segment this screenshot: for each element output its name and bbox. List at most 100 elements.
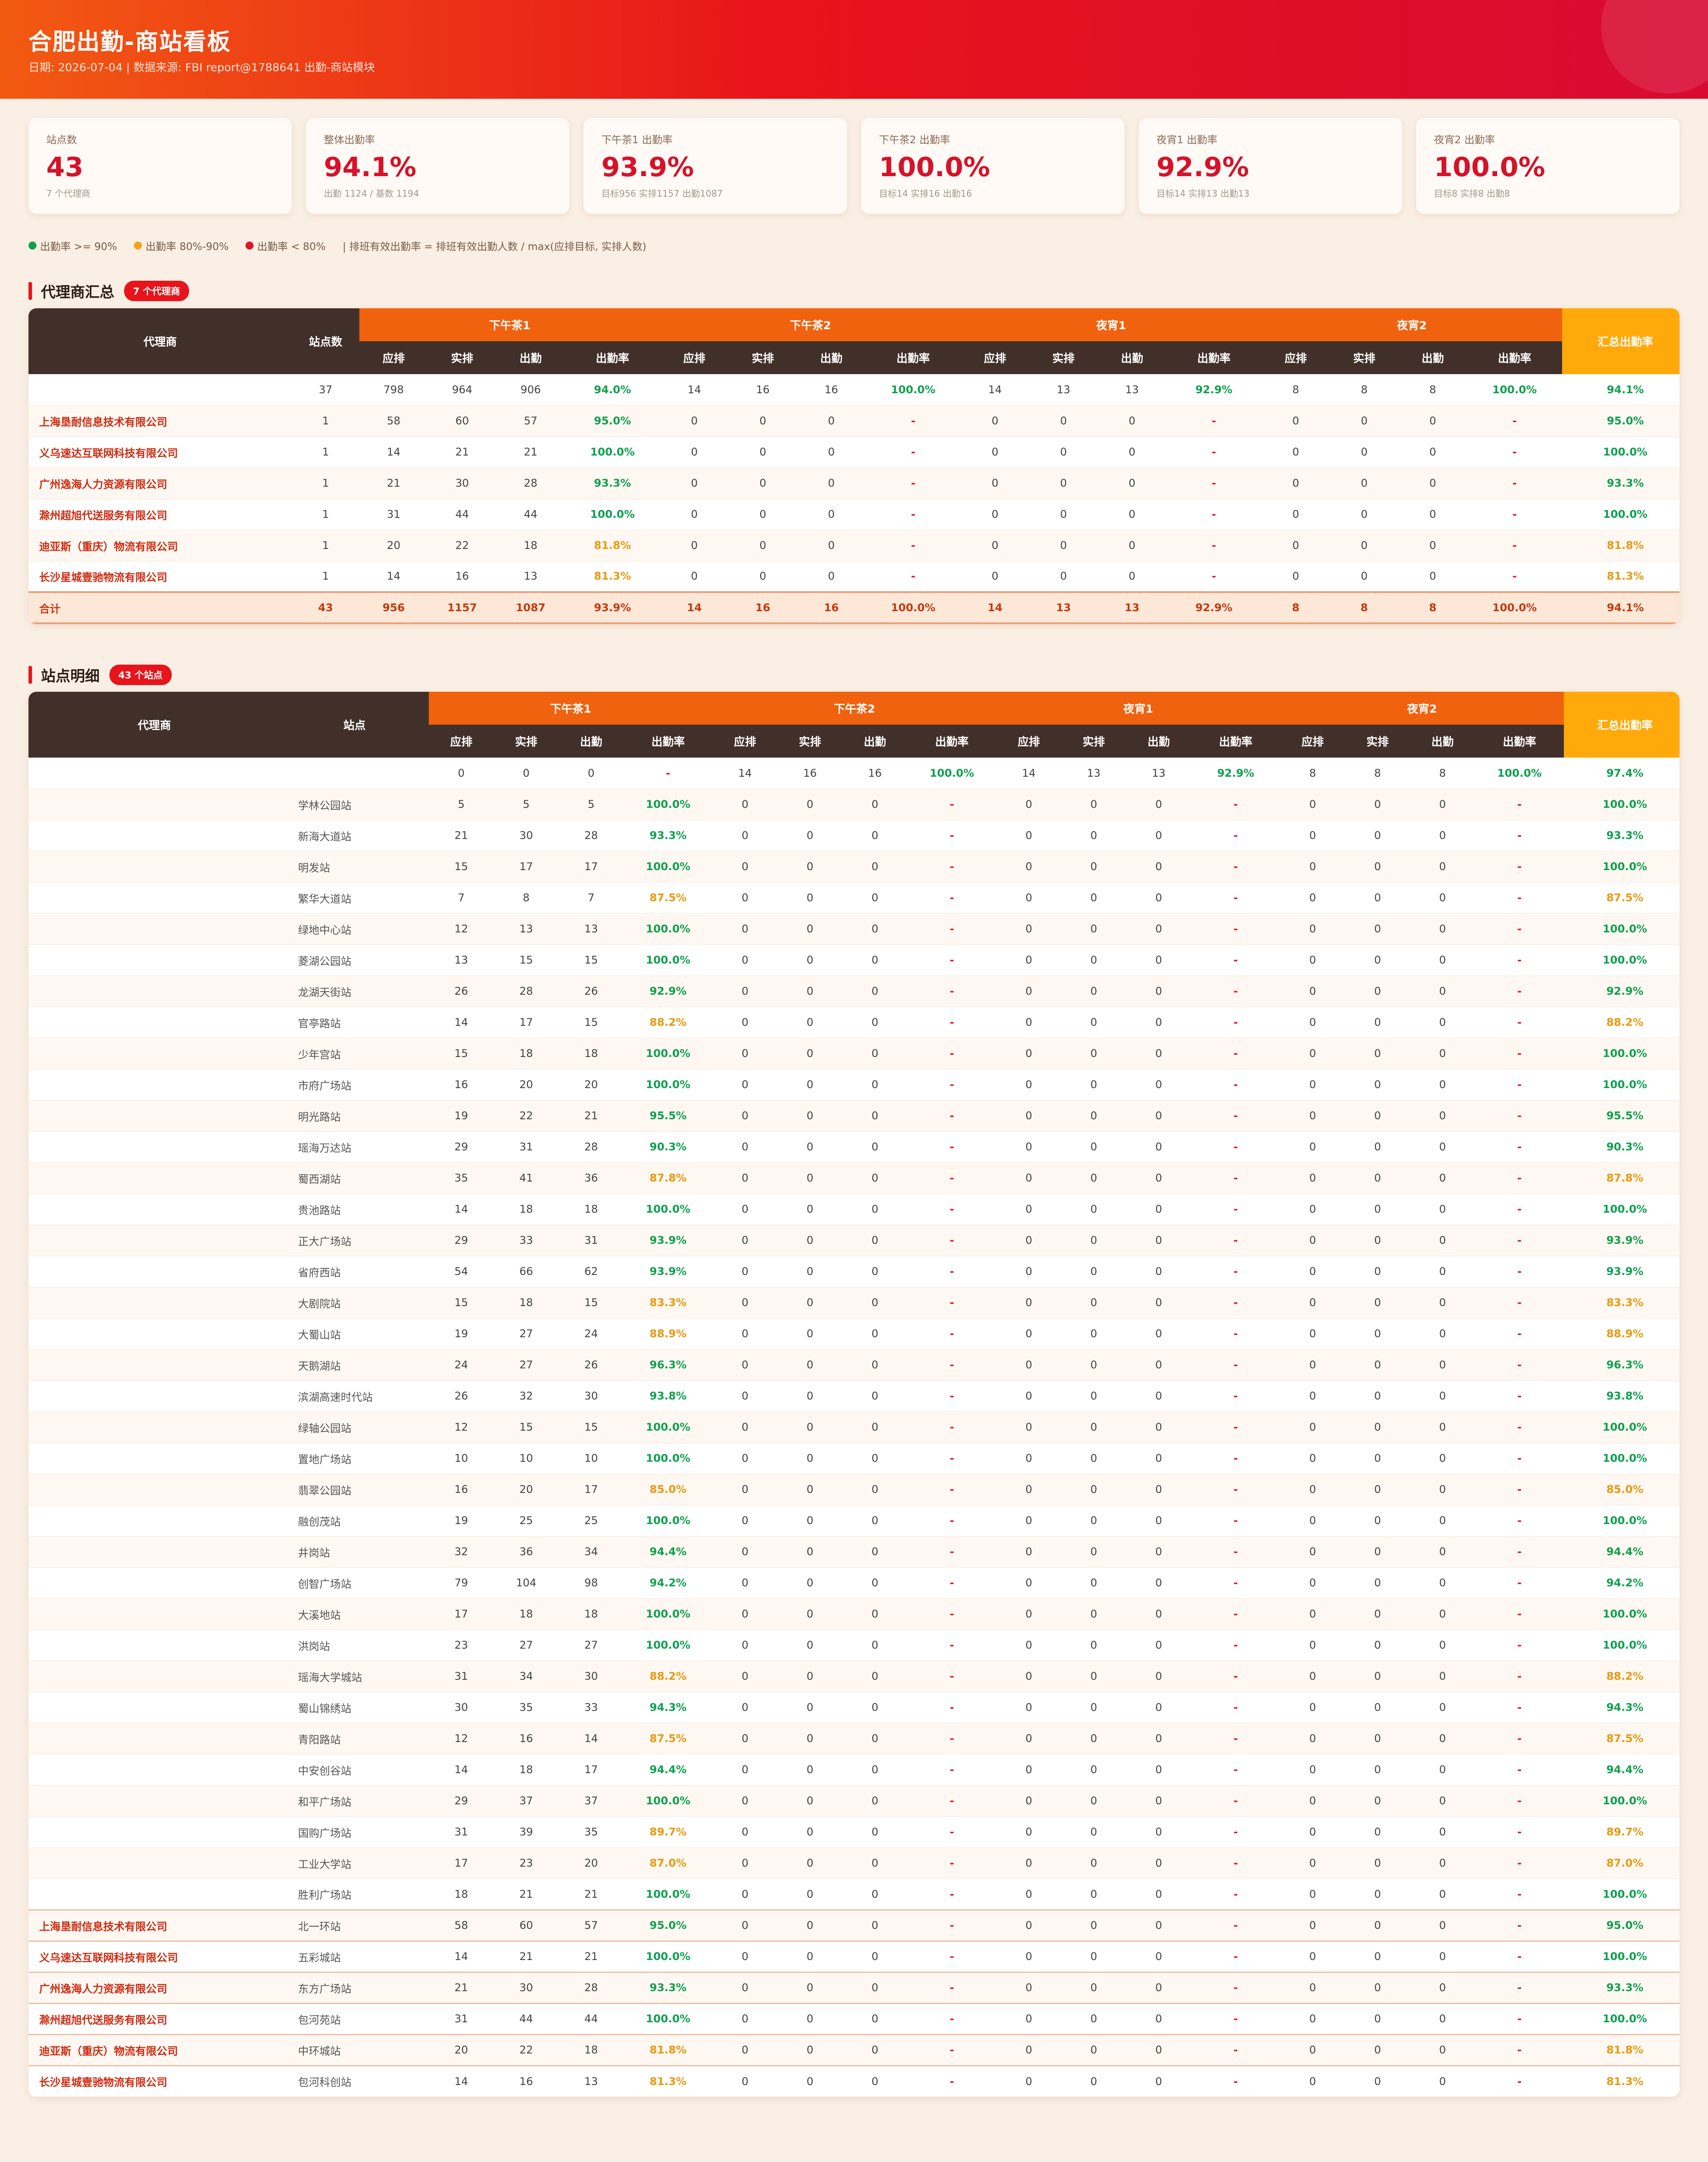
col-station[interactable]: 站点 [280, 692, 429, 758]
count-cell: 0 [961, 436, 1030, 468]
col-sub-2-3[interactable]: 出勤率 [1191, 725, 1281, 758]
table-row[interactable]: 大剧院站 15 18 15 83.3% 0 0 0-0 0 0-0 0 0-83.3% [28, 1287, 1680, 1319]
table-row[interactable]: 创智广场站 79 104 98 94.2% 0 0 0-0 0 0-0 0 0-94.2% [28, 1567, 1680, 1599]
table-row[interactable]: 省府西站 54 66 62 93.9% 0 0 0-0 0 0-0 0 0-93.9% [28, 1256, 1680, 1287]
col-sub-1-1[interactable]: 实排 [729, 341, 798, 374]
col-sub-0-3[interactable]: 出勤率 [565, 341, 661, 374]
table-row[interactable]: 0 0 0-14 16 16 100.0% 14 13 13 92.9% 8 8 8 100.0% 97.4… [28, 758, 1680, 789]
table-row[interactable]: 明发站 15 17 17 100.0% 0 0 0-0 0 0-0 0 0-100.0% [28, 851, 1680, 883]
table-row[interactable]: 广州逸海人力资源有限公司 1 21 30 28 93.3% 0 0 0-0 0 0-0 0 0-93.3… [28, 468, 1680, 499]
table-row[interactable]: 蜀西湖站 35 41 36 87.8% 0 0 0-0 0 0-0 0 0-87.8% [28, 1162, 1680, 1194]
count-cell: 0 [777, 2033, 843, 2066]
count-cell: 0 [1280, 1567, 1345, 1599]
col-sub-3-1[interactable]: 实排 [1345, 725, 1410, 758]
table-row[interactable]: 学林公园站 5 5 5 100.0% 0 0 0-0 0 0-0 0 0-100.0% [28, 789, 1680, 820]
table-row[interactable]: 明光路站 19 22 21 95.5% 0 0 0-0 0 0-0 0 0-95.5% [28, 1100, 1680, 1132]
table-row[interactable]: 瑶海大学城站 31 34 30 88.2% 0 0 0-0 0 0-0 0 0-88.2% [28, 1661, 1680, 1692]
table-row[interactable]: 繁华大道站 7 8 7 87.5% 0 0 0-0 0 0-0 0 0-87.5% [28, 882, 1680, 914]
count-cell: 0 [1345, 1069, 1410, 1101]
table-row[interactable]: 迪亚斯（重庆）物流有限公司 中环城站 20 22 18 81.8% 0 0 0-0 0 0-0 0 0-… [28, 2033, 1680, 2066]
table-row[interactable]: 广州逸海人力资源有限公司 东方广场站 21 30 28 93.3% 0 0 0-0 0 0-0 0 0-… [28, 1971, 1680, 2004]
station-cell: 新海大道站 [280, 820, 429, 851]
table-row[interactable]: 新海大道站 21 30 28 93.3% 0 0 0-0 0 0-0 0 0-93.3% [28, 820, 1680, 851]
col-total-rate[interactable]: 汇总出勤率 [1564, 692, 1680, 758]
col-sub-1-1[interactable]: 实排 [777, 725, 843, 758]
col-sub-2-0[interactable]: 应排 [961, 341, 1030, 374]
col-sub-3-3[interactable]: 出勤率 [1475, 725, 1564, 758]
table-row[interactable]: 融创茂站 19 25 25 100.0% 0 0 0-0 0 0-0 0 0-100.0% [28, 1505, 1680, 1537]
col-sub-0-3[interactable]: 出勤率 [624, 725, 713, 758]
table-row[interactable]: 中安创谷站 14 18 17 94.4% 0 0 0-0 0 0-0 0 0-94.4% [28, 1754, 1680, 1786]
count-cell: 0 [1345, 1879, 1410, 1910]
table-row[interactable]: 井岗站 32 36 34 94.4% 0 0 0-0 0 0-0 0 0-94.4% [28, 1536, 1680, 1568]
col-sub-3-2[interactable]: 出勤 [1410, 725, 1475, 758]
col-sub-0-0[interactable]: 应排 [429, 725, 494, 758]
col-total-rate[interactable]: 汇总出勤率 [1562, 308, 1680, 374]
col-sub-1-3[interactable]: 出勤率 [866, 341, 961, 374]
col-agent[interactable]: 代理商 [28, 692, 280, 758]
table-row[interactable]: 龙湖天街站 26 28 26 92.9% 0 0 0-0 0 0-0 0 0-92.9% [28, 976, 1680, 1007]
table-row[interactable]: 天鹅湖站 24 27 26 96.3% 0 0 0-0 0 0-0 0 0-96.3% [28, 1349, 1680, 1381]
col-sub-1-2[interactable]: 出勤 [797, 341, 866, 374]
table-row[interactable]: 大蜀山站 19 27 24 88.9% 0 0 0-0 0 0-0 0 0-88.9% [28, 1318, 1680, 1350]
col-sub-2-2[interactable]: 出勤 [1126, 725, 1192, 758]
table-row[interactable]: 胜利广场站 18 21 21 100.0% 0 0 0-0 0 0-0 0 0-100.0% [28, 1879, 1680, 1910]
table-row[interactable]: 瑶海万达站 29 31 28 90.3% 0 0 0-0 0 0-0 0 0-90.3% [28, 1131, 1680, 1163]
count-cell: 0 [1029, 499, 1098, 530]
table-row[interactable]: 市府广场站 16 20 20 100.0% 0 0 0-0 0 0-0 0 0-100.0% [28, 1069, 1680, 1101]
col-sub-2-0[interactable]: 应排 [996, 725, 1062, 758]
col-sub-2-2[interactable]: 出勤 [1098, 341, 1167, 374]
table-row[interactable]: 菱湖公园站 13 15 15 100.0% 0 0 0-0 0 0-0 0 0-100.0% [28, 944, 1680, 976]
col-sub-0-0[interactable]: 应排 [359, 341, 428, 374]
col-sub-3-1[interactable]: 实排 [1330, 341, 1399, 374]
table-row[interactable]: 翡翠公园站 16 20 17 85.0% 0 0 0-0 0 0-0 0 0-85.0% [28, 1474, 1680, 1505]
table-row[interactable]: 蜀山锦绣站 30 35 33 94.3% 0 0 0-0 0 0-0 0 0-94.3% [28, 1692, 1680, 1723]
col-sub-2-3[interactable]: 出勤率 [1166, 341, 1262, 374]
table-row[interactable]: 官亭路站 14 17 15 88.2% 0 0 0-0 0 0-0 0 0-88.2% [28, 1007, 1680, 1038]
table-row[interactable]: 正大广场站 29 33 31 93.9% 0 0 0-0 0 0-0 0 0-93.9% [28, 1225, 1680, 1256]
col-sub-1-3[interactable]: 出勤率 [907, 725, 997, 758]
table-row[interactable]: 义乌速达互联网科技有限公司 1 14 21 21 100.0% 0 0 0-0 0 0-0 0 0-10… [28, 436, 1680, 468]
table-row[interactable]: 贵池路站 14 18 18 100.0% 0 0 0-0 0 0-0 0 0-100.0% [28, 1194, 1680, 1225]
table-row[interactable]: 义乌速达互联网科技有限公司 五彩城站 14 21 21 100.0% 0 0 0-0 0 0-0 0 0… [28, 1940, 1680, 1972]
col-sub-1-0[interactable]: 应排 [660, 341, 729, 374]
table-row[interactable]: 绿地中心站 12 13 13 100.0% 0 0 0-0 0 0-0 0 0-100.0% [28, 913, 1680, 945]
table-row[interactable]: 迪亚斯（重庆）物流有限公司 1 20 22 18 81.8% 0 0 0-0 0 0-0 0 0-81.… [28, 530, 1680, 561]
table-row[interactable]: 滨湖高速时代站 26 32 30 93.8% 0 0 0-0 0 0-0 0 0-93.8% [28, 1380, 1680, 1412]
col-sub-1-2[interactable]: 出勤 [842, 725, 908, 758]
total-rate-cell: 93.3% [1564, 1971, 1680, 2004]
table-row[interactable]: 国购广场站 31 39 35 89.7% 0 0 0-0 0 0-0 0 0-89.7% [28, 1816, 1680, 1848]
table-row[interactable]: 和平广场站 29 37 37 100.0% 0 0 0-0 0 0-0 0 0-100.0% [28, 1785, 1680, 1817]
col-sub-0-1[interactable]: 实排 [428, 341, 496, 374]
table-row[interactable]: 少年宫站 15 18 18 100.0% 0 0 0-0 0 0-0 0 0-100.0% [28, 1038, 1680, 1069]
table-row[interactable]: 长沙星城壹驰物流有限公司 包河科创站 14 16 13 81.3% 0 0 0-0 0 0-0 0 0-… [28, 2065, 1680, 2097]
table-row[interactable]: 洪岗站 23 27 27 100.0% 0 0 0-0 0 0-0 0 0-100.0% [28, 1630, 1680, 1661]
col-sub-3-0[interactable]: 应排 [1280, 725, 1345, 758]
col-sub-2-1[interactable]: 实排 [1061, 725, 1127, 758]
count-cell: 0 [1098, 468, 1167, 499]
table-row[interactable]: 绿轴公园站 12 15 15 100.0% 0 0 0-0 0 0-0 0 0-100.0% [28, 1412, 1680, 1443]
table-row[interactable]: 上海垦耐信息技术有限公司 北一环站 58 60 57 95.0% 0 0 0-0 0 0-0 0 0-9… [28, 1909, 1680, 1941]
col-sub-0-2[interactable]: 出勤 [559, 725, 624, 758]
table-row[interactable]: 置地广场站 10 10 10 100.0% 0 0 0-0 0 0-0 0 0-100.0% [28, 1443, 1680, 1474]
table-total-row[interactable]: 合计 43 956 1157 1087 93.9% 14 16 16 100.0% 14 13 13 92… [28, 591, 1680, 624]
table-row[interactable]: 滁州超旭代送服务有限公司 包河苑站 31 44 44 100.0% 0 0 0-0 0 0-0 0 0-… [28, 2002, 1680, 2035]
col-sub-1-0[interactable]: 应排 [713, 725, 778, 758]
table-row[interactable]: 滁州超旭代送服务有限公司 1 31 44 44 100.0% 0 0 0-0 0 0-0 0 0-100… [28, 499, 1680, 530]
agent-cell [28, 1785, 280, 1817]
table-row[interactable]: 大溪地站 17 18 18 100.0% 0 0 0-0 0 0-0 0 0-100.0% [28, 1598, 1680, 1630]
table-row[interactable]: 工业大学站 17 23 20 87.0% 0 0 0-0 0 0-0 0 0-87.0% [28, 1847, 1680, 1879]
col-agent[interactable]: 代理商 [28, 308, 292, 374]
count-cell: 0 [1061, 1380, 1127, 1412]
table-row[interactable]: 上海垦耐信息技术有限公司 1 58 60 57 95.0% 0 0 0-0 0 0-0 0 0-95.0… [28, 405, 1680, 437]
col-site-count[interactable]: 站点数 [292, 308, 359, 374]
col-sub-0-2[interactable]: 出勤 [496, 341, 565, 374]
col-sub-2-1[interactable]: 实排 [1029, 341, 1098, 374]
col-sub-0-1[interactable]: 实排 [494, 725, 559, 758]
col-sub-3-0[interactable]: 应排 [1261, 341, 1330, 374]
table-row[interactable]: 青阳路站 12 16 14 87.5% 0 0 0-0 0 0-0 0 0-87.5% [28, 1723, 1680, 1755]
table-row[interactable]: 37 798 964 906 94.0% 14 16 16 100.0% 14 13 13 92.9% 8… [28, 374, 1680, 406]
col-sub-3-3[interactable]: 出勤率 [1467, 341, 1563, 374]
table-row[interactable]: 长沙星城壹驰物流有限公司 1 14 16 13 81.3% 0 0 0-0 0 0-0 0 0-81.3… [28, 561, 1680, 593]
col-sub-3-2[interactable]: 出勤 [1398, 341, 1467, 374]
